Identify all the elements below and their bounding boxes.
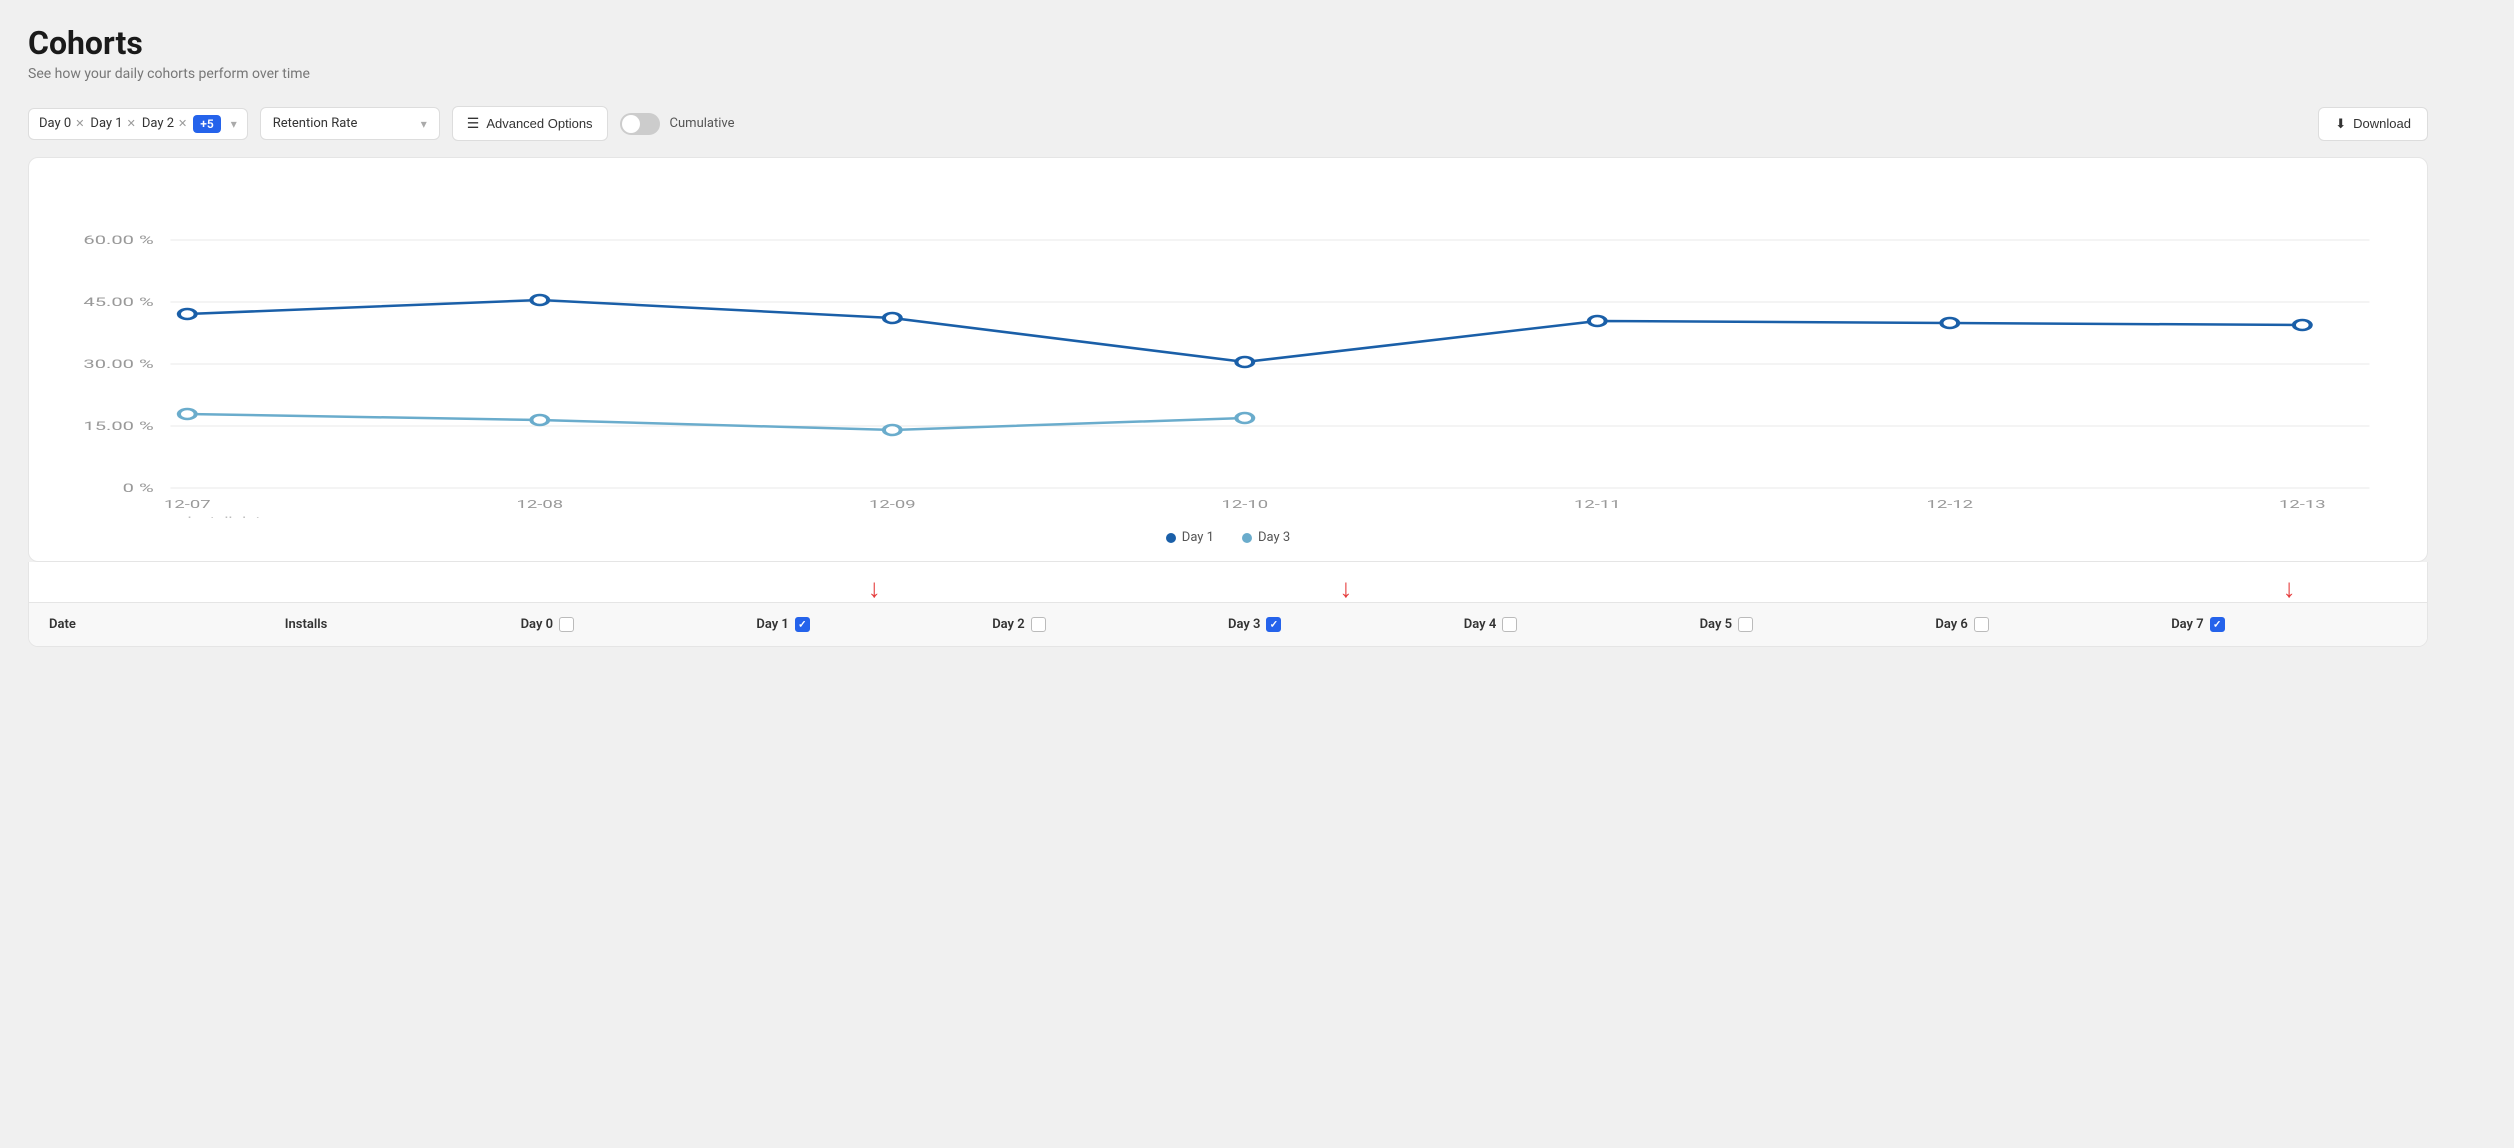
tag-day1-label: Day 1	[90, 116, 122, 131]
legend-day3: Day 3	[1242, 530, 1290, 545]
col-day6: Day 6	[1935, 617, 2171, 632]
col-day0-label: Day 0	[521, 617, 553, 632]
filter-tags[interactable]: Day 0 ✕ Day 1 ✕ Day 2 ✕ +5 ▾	[28, 108, 248, 140]
legend-day1: Day 1	[1166, 530, 1214, 545]
cumulative-toggle[interactable]	[620, 113, 660, 135]
day3-arrow-col: ↓	[1228, 576, 1464, 602]
metric-chevron-icon: ▾	[421, 117, 427, 131]
col-day1-checkbox[interactable]	[795, 617, 810, 632]
svg-text:12-07: 12-07	[164, 498, 211, 511]
col-day5-label: Day 5	[1700, 617, 1732, 632]
svg-text:Install date: Install date	[187, 516, 269, 519]
metric-label: Retention Rate	[273, 116, 358, 131]
col-day0-checkbox[interactable]	[559, 617, 574, 632]
col-day5-checkbox[interactable]	[1738, 617, 1753, 632]
svg-text:12-09: 12-09	[869, 498, 916, 511]
col-day2-label: Day 2	[992, 617, 1024, 632]
page-title: Cohorts	[28, 24, 2428, 62]
col-day2-checkbox[interactable]	[1031, 617, 1046, 632]
col-installs: Installs	[285, 617, 521, 632]
download-button[interactable]: ⬇ Download	[2318, 107, 2428, 141]
col-day7-label: Day 7	[2171, 617, 2203, 632]
legend-day1-dot	[1166, 533, 1176, 543]
svg-text:45.00 %: 45.00 %	[83, 296, 153, 310]
svg-text:12-10: 12-10	[1221, 498, 1268, 511]
col-day3: Day 3	[1228, 617, 1464, 632]
tag-more[interactable]: +5	[193, 115, 220, 133]
chart-area: 60.00 % 45.00 % 30.00 % 15.00 % 0 % 12-0…	[53, 178, 2403, 518]
col-day5: Day 5	[1700, 617, 1936, 632]
svg-text:12-08: 12-08	[516, 498, 563, 511]
day1-arrow-col: ↓	[756, 576, 992, 602]
tag-day0-remove[interactable]: ✕	[75, 118, 84, 129]
col-day4-checkbox[interactable]	[1502, 617, 1517, 632]
download-label: Download	[2353, 116, 2411, 131]
svg-text:12-11: 12-11	[1574, 498, 1621, 511]
page-subtitle: See how your daily cohorts perform over …	[28, 66, 2428, 82]
toolbar: Day 0 ✕ Day 1 ✕ Day 2 ✕ +5 ▾ Retention R…	[28, 106, 2428, 141]
col-day3-checkbox[interactable]	[1266, 617, 1281, 632]
col-day0: Day 0	[521, 617, 757, 632]
svg-text:60.00 %: 60.00 %	[83, 234, 153, 248]
svg-text:12-12: 12-12	[1926, 498, 1973, 511]
tag-day0: Day 0 ✕	[39, 116, 84, 131]
legend-day3-label: Day 3	[1258, 530, 1290, 545]
svg-text:0 %: 0 %	[123, 482, 154, 496]
day3-arrow-icon: ↓	[1339, 576, 1352, 602]
col-day6-checkbox[interactable]	[1974, 617, 1989, 632]
legend-day1-label: Day 1	[1182, 530, 1214, 545]
svg-text:15.00 %: 15.00 %	[83, 420, 153, 434]
metric-dropdown[interactable]: Retention Rate ▾	[260, 107, 440, 140]
day7-arrow-icon: ↓	[2283, 576, 2296, 602]
cumulative-toggle-wrap: Cumulative	[620, 113, 735, 135]
chart-legend: Day 1 Day 3	[53, 530, 2403, 545]
col-installs-label: Installs	[285, 617, 327, 632]
chart-card: 60.00 % 45.00 % 30.00 % 15.00 % 0 % 12-0…	[28, 157, 2428, 562]
col-day1-label: Day 1	[756, 617, 788, 632]
col-day6-label: Day 6	[1935, 617, 1967, 632]
main-content: Cohorts See how your daily cohorts perfo…	[28, 24, 2428, 647]
table-header: Date Installs Day 0 Day 1 Day 2 Day 3	[29, 602, 2427, 646]
svg-text:30.00 %: 30.00 %	[83, 358, 153, 372]
col-day7-checkbox[interactable]	[2210, 617, 2225, 632]
col-day4: Day 4	[1464, 617, 1700, 632]
tag-day2-remove[interactable]: ✕	[178, 118, 187, 129]
filter-icon: ☰	[467, 115, 480, 132]
chart-svg: 60.00 % 45.00 % 30.00 % 15.00 % 0 % 12-0…	[53, 178, 2403, 518]
col-date-label: Date	[49, 617, 76, 632]
col-day4-label: Day 4	[1464, 617, 1496, 632]
advanced-options-button[interactable]: ☰ Advanced Options	[452, 106, 608, 141]
day7-arrow-col: ↓	[2171, 576, 2407, 602]
tag-day0-label: Day 0	[39, 116, 71, 131]
tag-day1: Day 1 ✕	[90, 116, 135, 131]
col-day2: Day 2	[992, 617, 1228, 632]
col-day7: Day 7	[2171, 617, 2407, 632]
col-date: Date	[49, 617, 285, 632]
day1-arrow-icon: ↓	[868, 576, 881, 602]
tag-day1-remove[interactable]: ✕	[127, 118, 136, 129]
cumulative-label: Cumulative	[670, 116, 735, 131]
chevron-down-icon: ▾	[231, 117, 237, 131]
tag-day2: Day 2 ✕	[142, 116, 187, 131]
download-icon: ⬇	[2335, 116, 2346, 132]
col-day3-label: Day 3	[1228, 617, 1260, 632]
col-day1: Day 1	[756, 617, 992, 632]
legend-day3-dot	[1242, 533, 1252, 543]
svg-text:12-13: 12-13	[2279, 498, 2326, 511]
tag-day2-label: Day 2	[142, 116, 174, 131]
advanced-options-label: Advanced Options	[486, 116, 592, 131]
